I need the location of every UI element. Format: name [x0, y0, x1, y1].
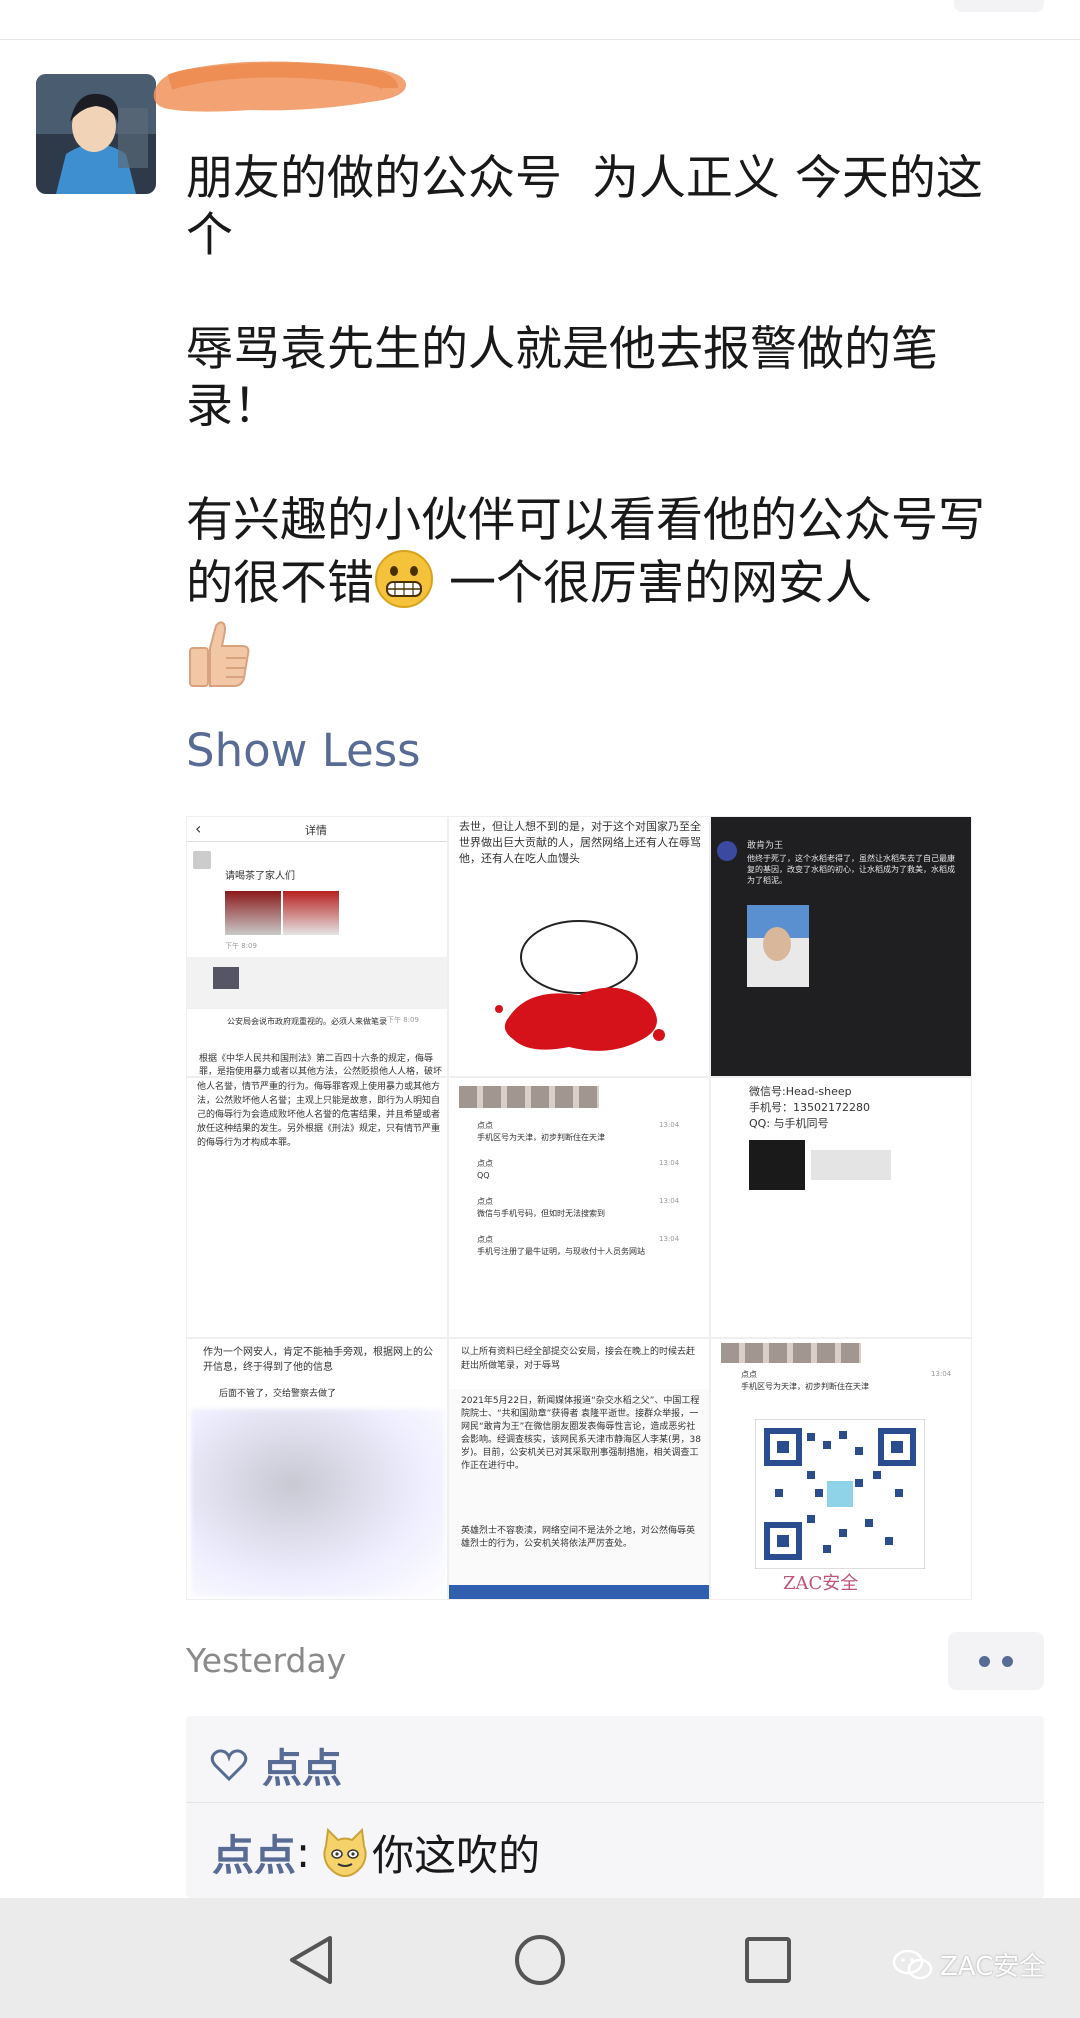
image-5-row-1-msg: 手机区号为天津，初步判断住在天津	[477, 1133, 605, 1142]
image-1-msg1: 请喝茶了家人们	[225, 871, 295, 882]
image-3-portrait-face	[763, 927, 791, 961]
image-8[interactable]: 以上所有资料已经全部提交公安局，接会在晚上的时候去赶赶出所做笔录，对于辱骂 20…	[448, 1338, 710, 1600]
image-5-avatar-strip	[459, 1086, 599, 1108]
image-2-blood-drawing	[495, 920, 665, 1051]
image-6[interactable]: 微信号:Head-sheep 手机号：13502172280 QQ: 与手机同号	[710, 1077, 972, 1338]
image-8-blue-bar	[449, 1585, 709, 1599]
chevron-left-icon: ‹	[195, 819, 202, 838]
image-7[interactable]: 作为一个网安人，肯定不能袖手旁观，根据网上的公开信息，终于得到了他的信息 后面不…	[186, 1338, 448, 1600]
image-7-text: 作为一个网安人，肯定不能袖手旁观，根据网上的公开信息，终于得到了他的信息	[203, 1347, 433, 1373]
show-less-link[interactable]: Show Less	[186, 724, 421, 777]
image-1-msg2: 公安局会说市政府观重视的。必须人来做笔录	[227, 1017, 387, 1026]
image-5-row-3-time: 13:04	[659, 1197, 680, 1205]
post-timestamp: Yesterday	[186, 1641, 347, 1680]
more-dot-icon	[979, 1655, 990, 1667]
liker-name[interactable]: 点点	[262, 1736, 342, 1794]
image-9-row-msg: 手机区号为天津，初步判断住在天津	[741, 1382, 869, 1391]
image-grid: ‹ 详情 请喝茶了家人们 下午 8:09 公安局会说市政府观重视的。必须人来做笔…	[186, 816, 972, 1600]
image-4-text: 根据《中华人民共和国刑法》第二百四十六条的规定，侮辱罪，是指使用暴力或者以其他方…	[197, 1082, 441, 1148]
image-5[interactable]: 点点 13:04 手机区号为天津，初步判断住在天津 点点 13:04 QQ 点点…	[448, 1077, 710, 1338]
image-9-brand: ZAC安全	[783, 1573, 859, 1594]
likes-row: 点点	[210, 1730, 342, 1800]
post-text: 朋友的做的公众号 为人正义 今天的这个 辱骂袁先生的人就是他去报警做的笔录！ 有…	[186, 150, 1026, 690]
image-8-footer: 英雄烈士不容亵渎，网络空间不是法外之地，对公然侮辱英雄烈士的行为，公安机关将依法…	[461, 1526, 696, 1549]
image-8-news: 2021年5月22日，新闻媒体报道“杂交水稻之父”、中国工程院院士、“共和国勋章…	[461, 1396, 701, 1471]
comment-row[interactable]: 点点 : 你这吹的	[212, 1822, 540, 1883]
watermark-text: ZAC安全	[940, 1952, 1046, 1982]
image-7-msg: 后面不管了，交给警察去做了	[219, 1389, 337, 1399]
back-triangle-icon[interactable]	[282, 1930, 342, 1990]
more-button[interactable]	[948, 1632, 1044, 1690]
image-5-row-2-msg: QQ	[477, 1171, 490, 1180]
image-1-avatar	[193, 851, 211, 869]
image-8-top: 以上所有资料已经全部提交公安局，接会在晚上的时候去赶赶出所做笔录，对于辱骂	[461, 1347, 696, 1371]
likes-comments-box: 点点 点点 : 你这吹的	[186, 1716, 1044, 1898]
image-6-screenshot	[749, 1140, 805, 1190]
recents-square-icon[interactable]	[738, 1930, 798, 1990]
thumbs-up-emoji-icon	[189, 621, 250, 687]
comment-author[interactable]: 点点	[212, 1822, 296, 1883]
redacted-username	[153, 61, 407, 112]
image-3[interactable]: 敢肯为王 他终于死了，这个水稻老得了，虽然让水稻失去了自己最康复的基因，改变了水…	[710, 816, 972, 1077]
image-2[interactable]: 去世，但让人想不到的是，对于这个对国家乃至全世界做出巨大贡献的人，居然网络上还有…	[448, 816, 710, 1077]
wechat-logo-icon	[892, 1949, 933, 1979]
image-6-screenshot-b	[811, 1150, 891, 1180]
post-line-1: 朋友的做的公众号 为人正义 今天的这个	[186, 151, 983, 263]
image-9-avatar-strip	[721, 1343, 861, 1363]
image-1-title: 详情	[305, 824, 327, 837]
comment-text: 你这吹的	[372, 1831, 541, 1880]
image-1-photo-a	[225, 891, 281, 935]
image-6-phone: 手机号：13502172280	[749, 1101, 870, 1114]
image-3-text: 他终于死了，这个水稻老得了，虽然让水稻失去了自己最康复的基因，改变了水稻的初心，…	[747, 854, 955, 885]
image-5-row-2-time: 13:04	[659, 1159, 680, 1167]
grimace-emoji-icon	[375, 550, 433, 608]
image-9-row-time: 13:04	[931, 1370, 952, 1378]
image-3-name: 敢肯为王	[747, 841, 784, 851]
image-5-row-4-time: 13:04	[659, 1235, 680, 1243]
previous-post-edge	[0, 0, 1080, 40]
image-2-text: 去世，但让人想不到的是，对于这个对国家乃至全世界做出巨大贡献的人，居然网络上还有…	[459, 820, 701, 865]
image-1[interactable]: ‹ 详情 请喝茶了家人们 下午 8:09 公安局会说市政府观重视的。必须人来做笔…	[186, 816, 448, 1077]
image-5-row-3-msg: 微信与手机号码，但如时无法搜索到	[477, 1209, 605, 1218]
post-line-2: 辱骂袁先生的人就是他去报警做的笔录！	[186, 322, 938, 434]
image-7-blurred-photo	[191, 1409, 445, 1597]
image-1-header-bar	[187, 841, 447, 842]
watermark: ZAC安全	[892, 1946, 1045, 1983]
comment-colon: :	[296, 1828, 311, 1877]
cat-emoji-icon	[323, 1827, 367, 1877]
qr-code-icon	[755, 1419, 925, 1569]
likes-divider	[186, 1802, 1044, 1803]
image-1-thumb	[213, 967, 239, 989]
post-line-3: 有兴趣的小伙伴可以看看他的公众号写的很不错 一个很厉害的网安人	[186, 492, 1026, 612]
image-5-row-4-msg: 手机号注册了最牛证明，与现收付十人员务网站	[477, 1247, 645, 1256]
image-9[interactable]: 点点 13:04 手机区号为天津，初步判断住在天津 ZAC安全	[710, 1338, 972, 1600]
more-dot-icon	[1002, 1655, 1013, 1667]
image-6-wechat: 微信号:Head-sheep	[749, 1085, 852, 1098]
image-1-photo-b	[283, 891, 339, 935]
image-1-time1: 下午 8:09	[225, 942, 257, 950]
image-4[interactable]: 根据《中华人民共和国刑法》第二百四十六条的规定，侮辱罪，是指使用暴力或者以其他方…	[186, 1077, 448, 1338]
avatar[interactable]	[36, 74, 156, 194]
heart-icon	[210, 1749, 248, 1782]
image-1-body: 根据《中华人民共和国刑法》第二百四十六条的规定，侮辱罪，是指使用暴力或者以其他方…	[199, 1054, 443, 1077]
home-circle-icon[interactable]	[510, 1930, 570, 1990]
image-6-qq: QQ: 与手机同号	[749, 1117, 829, 1130]
image-1-time2: 下午 8:09	[387, 1016, 419, 1024]
image-3-avatar	[717, 841, 737, 861]
previous-more-button[interactable]	[954, 0, 1044, 12]
image-5-row-1-time: 13:04	[659, 1121, 680, 1129]
post-line-4-text: 一个很厉害的网安人	[448, 556, 872, 611]
